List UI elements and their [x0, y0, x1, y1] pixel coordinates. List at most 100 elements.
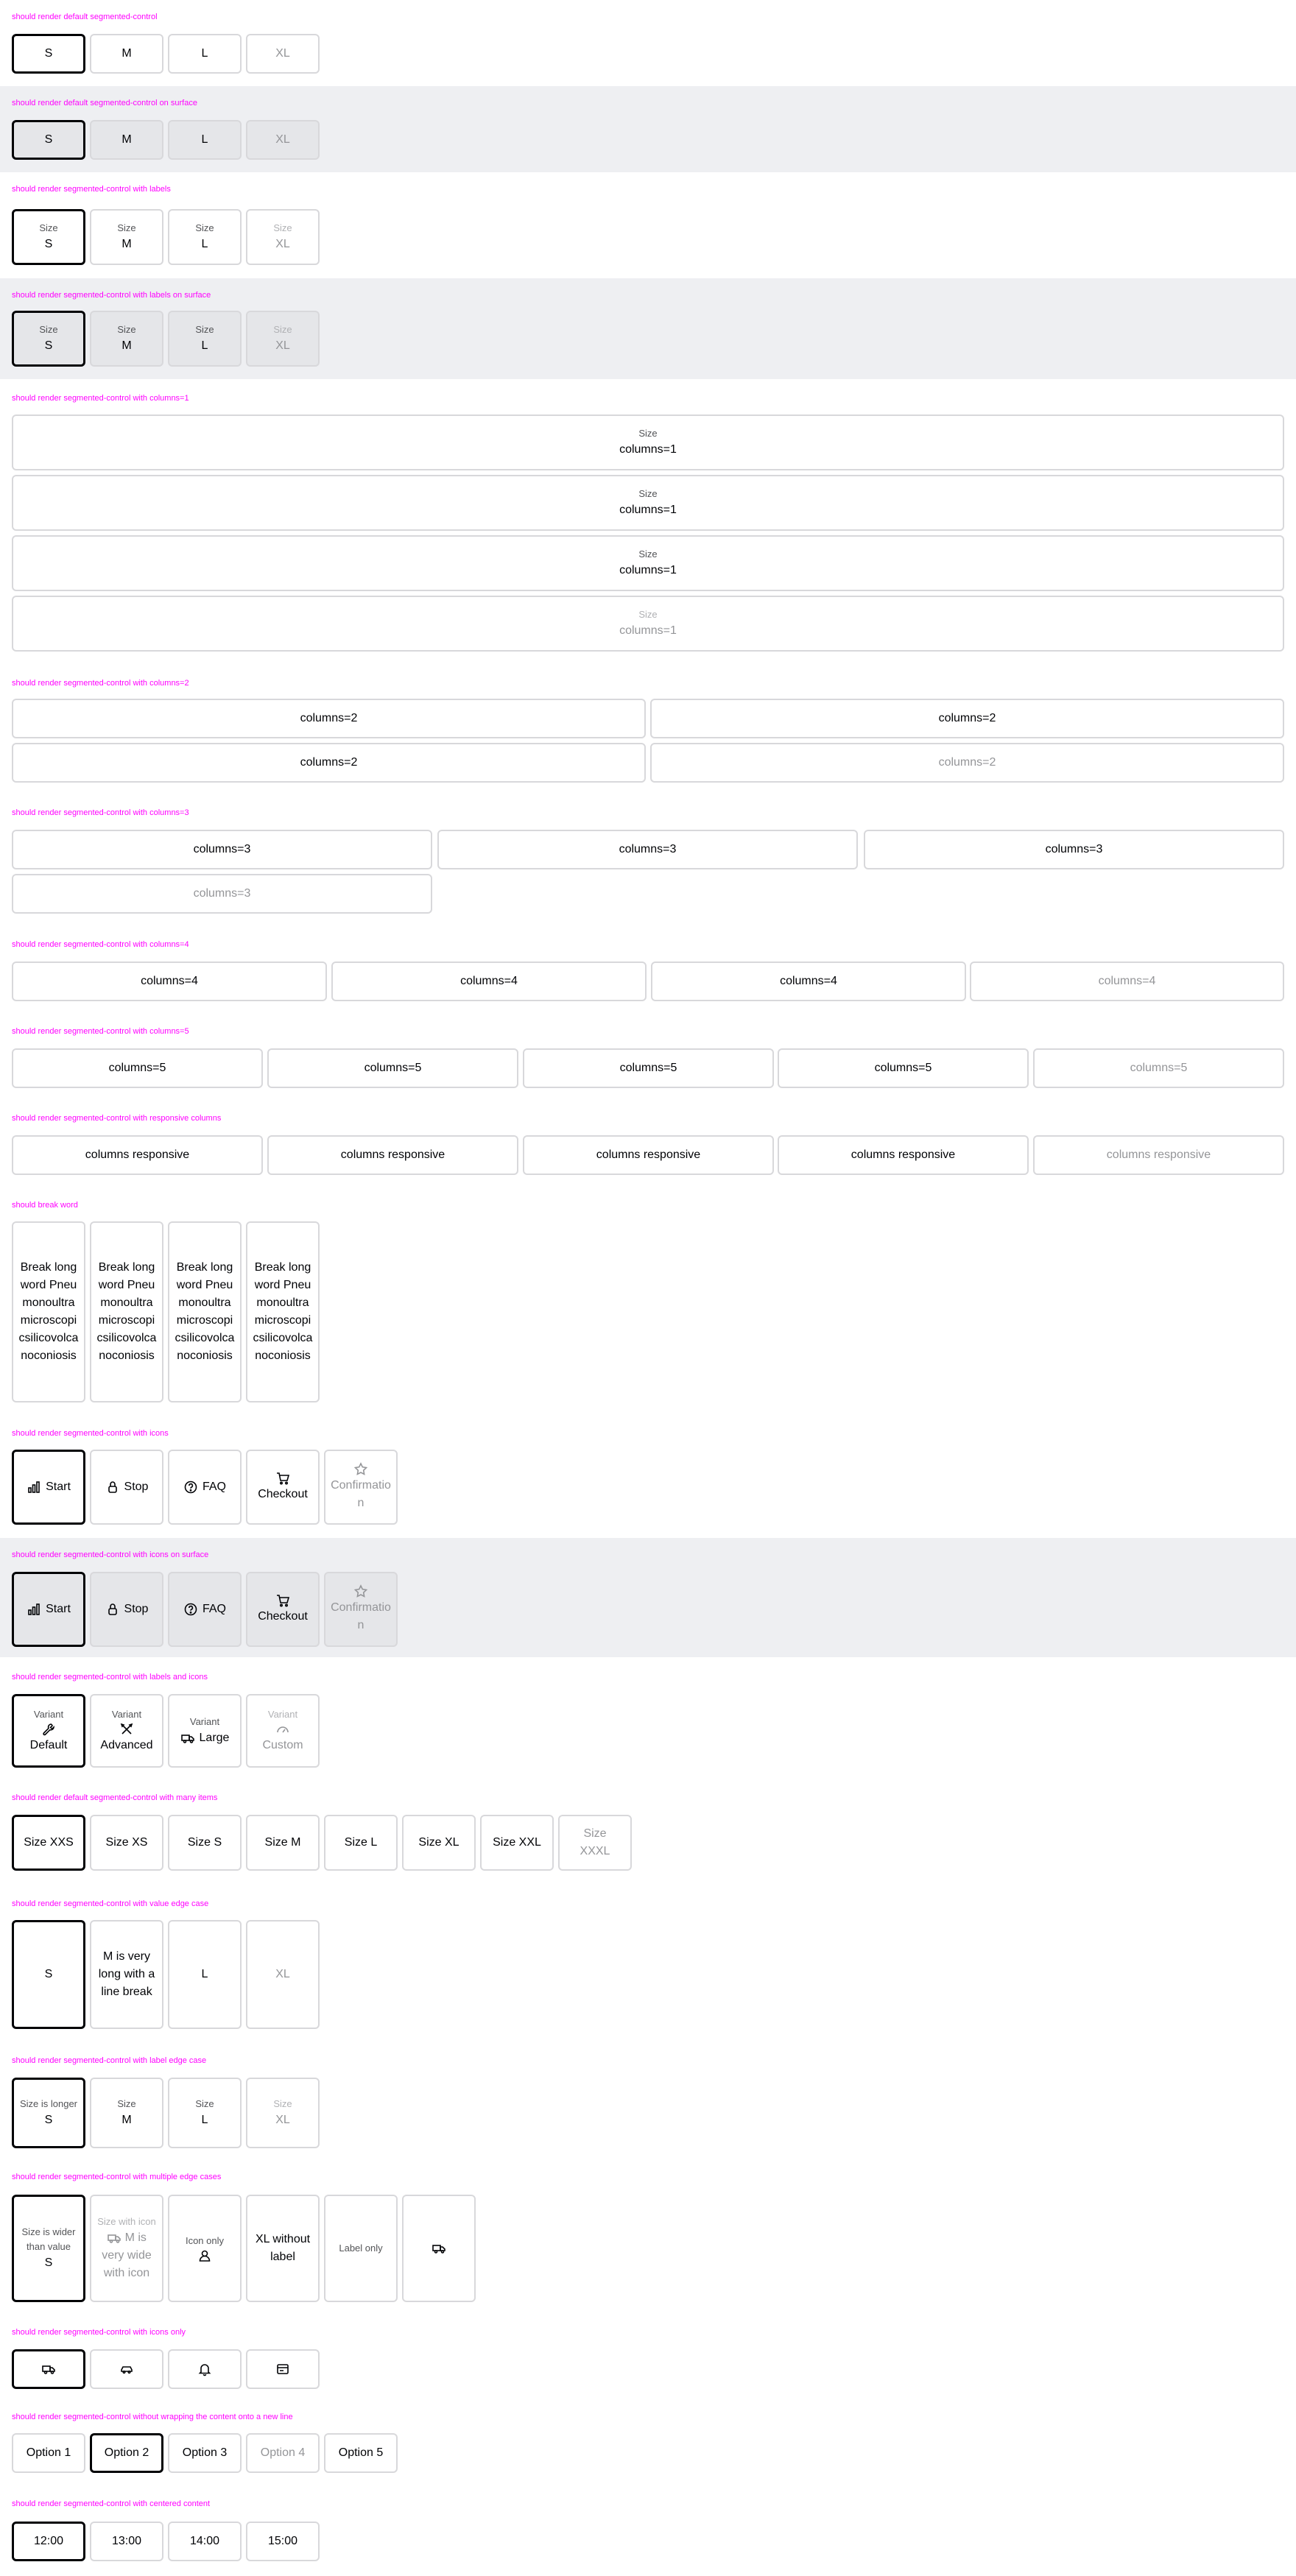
segment-2[interactable]: columns=3: [437, 830, 858, 869]
segment-4[interactable]: columns=3: [12, 874, 432, 914]
segment-s[interactable]: S: [12, 120, 85, 160]
segment-stop[interactable]: Stop: [90, 1450, 163, 1525]
segment-checkout[interactable]: Checkout: [246, 1450, 320, 1525]
segment-xxxl[interactable]: Size XXXL: [558, 1815, 632, 1871]
segment-1[interactable]: columns responsive: [12, 1135, 263, 1175]
segment-5[interactable]: columns=5: [1033, 1048, 1284, 1088]
segment-d[interactable]: XL without label: [246, 2195, 320, 2302]
segment-1[interactable]: columns=5: [12, 1048, 263, 1088]
segment-xl[interactable]: XL: [246, 34, 320, 74]
segment-start[interactable]: Start: [12, 1450, 85, 1525]
segment-4[interactable]: columns=5: [778, 1048, 1029, 1088]
segment-s[interactable]: Size is longer S: [12, 2078, 85, 2148]
segment-faq[interactable]: FAQ: [168, 1572, 242, 1647]
segment-3[interactable]: columns=3: [864, 830, 1284, 869]
segment-s[interactable]: Size S: [12, 311, 85, 367]
segment-4[interactable]: Size columns=1: [12, 596, 1284, 652]
segment-m[interactable]: M: [90, 120, 163, 160]
segment-2[interactable]: Size columns=1: [12, 475, 1284, 531]
segment-l[interactable]: L: [168, 120, 242, 160]
segment-e[interactable]: Label only: [324, 2195, 398, 2302]
segment-l[interactable]: Size L: [168, 209, 242, 265]
segment-custom[interactable]: Variant Custom: [246, 1694, 320, 1768]
segment-3[interactable]: Break long word Pneumonoultramicroscopic…: [168, 1221, 242, 1402]
segment-truck[interactable]: [12, 2349, 85, 2389]
segment-xl[interactable]: Size XL: [246, 209, 320, 265]
segment-confirmation[interactable]: Confirmation: [324, 1572, 398, 1647]
segment-l[interactable]: Size L: [168, 311, 242, 367]
segment-start[interactable]: Start: [12, 1572, 85, 1647]
segment-f[interactable]: [402, 2195, 476, 2302]
section-columns-responsive: should render segmented-control with res…: [0, 1105, 1296, 1192]
segment-m[interactable]: Size M: [90, 2078, 163, 2148]
segment-1[interactable]: Size columns=1: [12, 414, 1284, 470]
segment-3[interactable]: Size columns=1: [12, 535, 1284, 591]
segment-1[interactable]: columns=2: [12, 699, 646, 738]
segment-3[interactable]: columns=5: [523, 1048, 774, 1088]
segment-option-4[interactable]: Option 4: [246, 2433, 320, 2473]
segment-confirmation[interactable]: Confirmation: [324, 1450, 398, 1525]
segment-car[interactable]: [90, 2349, 163, 2389]
segment-1400[interactable]: 14:00: [168, 2522, 242, 2561]
segment-large[interactable]: Variant Large: [168, 1694, 242, 1768]
segment-xl[interactable]: Size XL: [402, 1815, 476, 1871]
segment-xxs[interactable]: Size XXS: [12, 1815, 85, 1871]
segment-option-5[interactable]: Option 5: [324, 2433, 398, 2473]
segment-xs[interactable]: Size XS: [90, 1815, 163, 1871]
segment-l[interactable]: L: [168, 34, 242, 74]
segment-checkout[interactable]: Checkout: [246, 1572, 320, 1647]
segment-stop[interactable]: Stop: [90, 1572, 163, 1647]
segment-faq[interactable]: FAQ: [168, 1450, 242, 1525]
segment-xl[interactable]: Size XL: [246, 2078, 320, 2148]
segment-4[interactable]: columns=4: [970, 961, 1284, 1001]
segment-4[interactable]: columns responsive: [778, 1135, 1029, 1175]
segment-2[interactable]: Break long word Pneumonoultramicroscopic…: [90, 1221, 163, 1402]
segment-m[interactable]: Size M: [90, 311, 163, 367]
segment-3[interactable]: columns=4: [651, 961, 966, 1001]
segment-m[interactable]: M: [90, 34, 163, 74]
segment-1300[interactable]: 13:00: [90, 2522, 163, 2561]
segment-3[interactable]: columns responsive: [523, 1135, 774, 1175]
segment-1[interactable]: Break long word Pneumonoultramicroscopic…: [12, 1221, 85, 1402]
section-heading: should render segmented-control with res…: [12, 1114, 222, 1123]
segment-s[interactable]: Size S: [168, 1815, 242, 1871]
segment-option-2[interactable]: Option 2: [90, 2433, 163, 2473]
segment-2[interactable]: columns=2: [650, 699, 1284, 738]
segment-4[interactable]: Break long word Pneumonoultramicroscopic…: [246, 1221, 320, 1402]
segment-l[interactable]: Size L: [168, 2078, 242, 2148]
segment-2[interactable]: columns responsive: [267, 1135, 518, 1175]
segment-advanced[interactable]: Variant Advanced: [90, 1694, 163, 1768]
segment-c[interactable]: Icon only: [168, 2195, 242, 2302]
segment-1500[interactable]: 15:00: [246, 2522, 320, 2561]
section-heading: should render segmented-control with ico…: [12, 1429, 169, 1438]
question-icon: [183, 1602, 198, 1617]
segment-l[interactable]: Size L: [324, 1815, 398, 1871]
segment-1200[interactable]: 12:00: [12, 2522, 85, 2561]
segment-card[interactable]: [246, 2349, 320, 2389]
segment-m[interactable]: Size M: [90, 209, 163, 265]
segment-xl[interactable]: XL: [246, 1920, 320, 2029]
segment-4[interactable]: columns=2: [650, 743, 1284, 783]
segment-1[interactable]: columns=4: [12, 961, 327, 1001]
section-label-edge: should render segmented-control with lab…: [0, 2036, 1296, 2155]
segment-xxl[interactable]: Size XXL: [480, 1815, 554, 1871]
segment-bell[interactable]: [168, 2349, 242, 2389]
segment-option-3[interactable]: Option 3: [168, 2433, 242, 2473]
segment-xl[interactable]: XL: [246, 120, 320, 160]
segment-option-1[interactable]: Option 1: [12, 2433, 85, 2473]
segment-s[interactable]: S: [12, 1920, 85, 2029]
segment-s[interactable]: Size S: [12, 209, 85, 265]
segment-s[interactable]: S: [12, 34, 85, 74]
segment-2[interactable]: columns=5: [267, 1048, 518, 1088]
segment-m[interactable]: Size M: [246, 1815, 320, 1871]
segment-3[interactable]: columns=2: [12, 743, 646, 783]
segment-5[interactable]: columns responsive: [1033, 1135, 1284, 1175]
segment-default[interactable]: Variant Default: [12, 1694, 85, 1768]
segment-xl[interactable]: Size XL: [246, 311, 320, 367]
segment-m[interactable]: M is very long with a line break: [90, 1920, 163, 2029]
segment-2[interactable]: columns=4: [331, 961, 647, 1001]
segment-b[interactable]: Size with icon M is very wide with icon: [90, 2195, 163, 2302]
segment-l[interactable]: L: [168, 1920, 242, 2029]
segment-1[interactable]: columns=3: [12, 830, 432, 869]
segment-a[interactable]: Size is wider than value S: [12, 2195, 85, 2302]
